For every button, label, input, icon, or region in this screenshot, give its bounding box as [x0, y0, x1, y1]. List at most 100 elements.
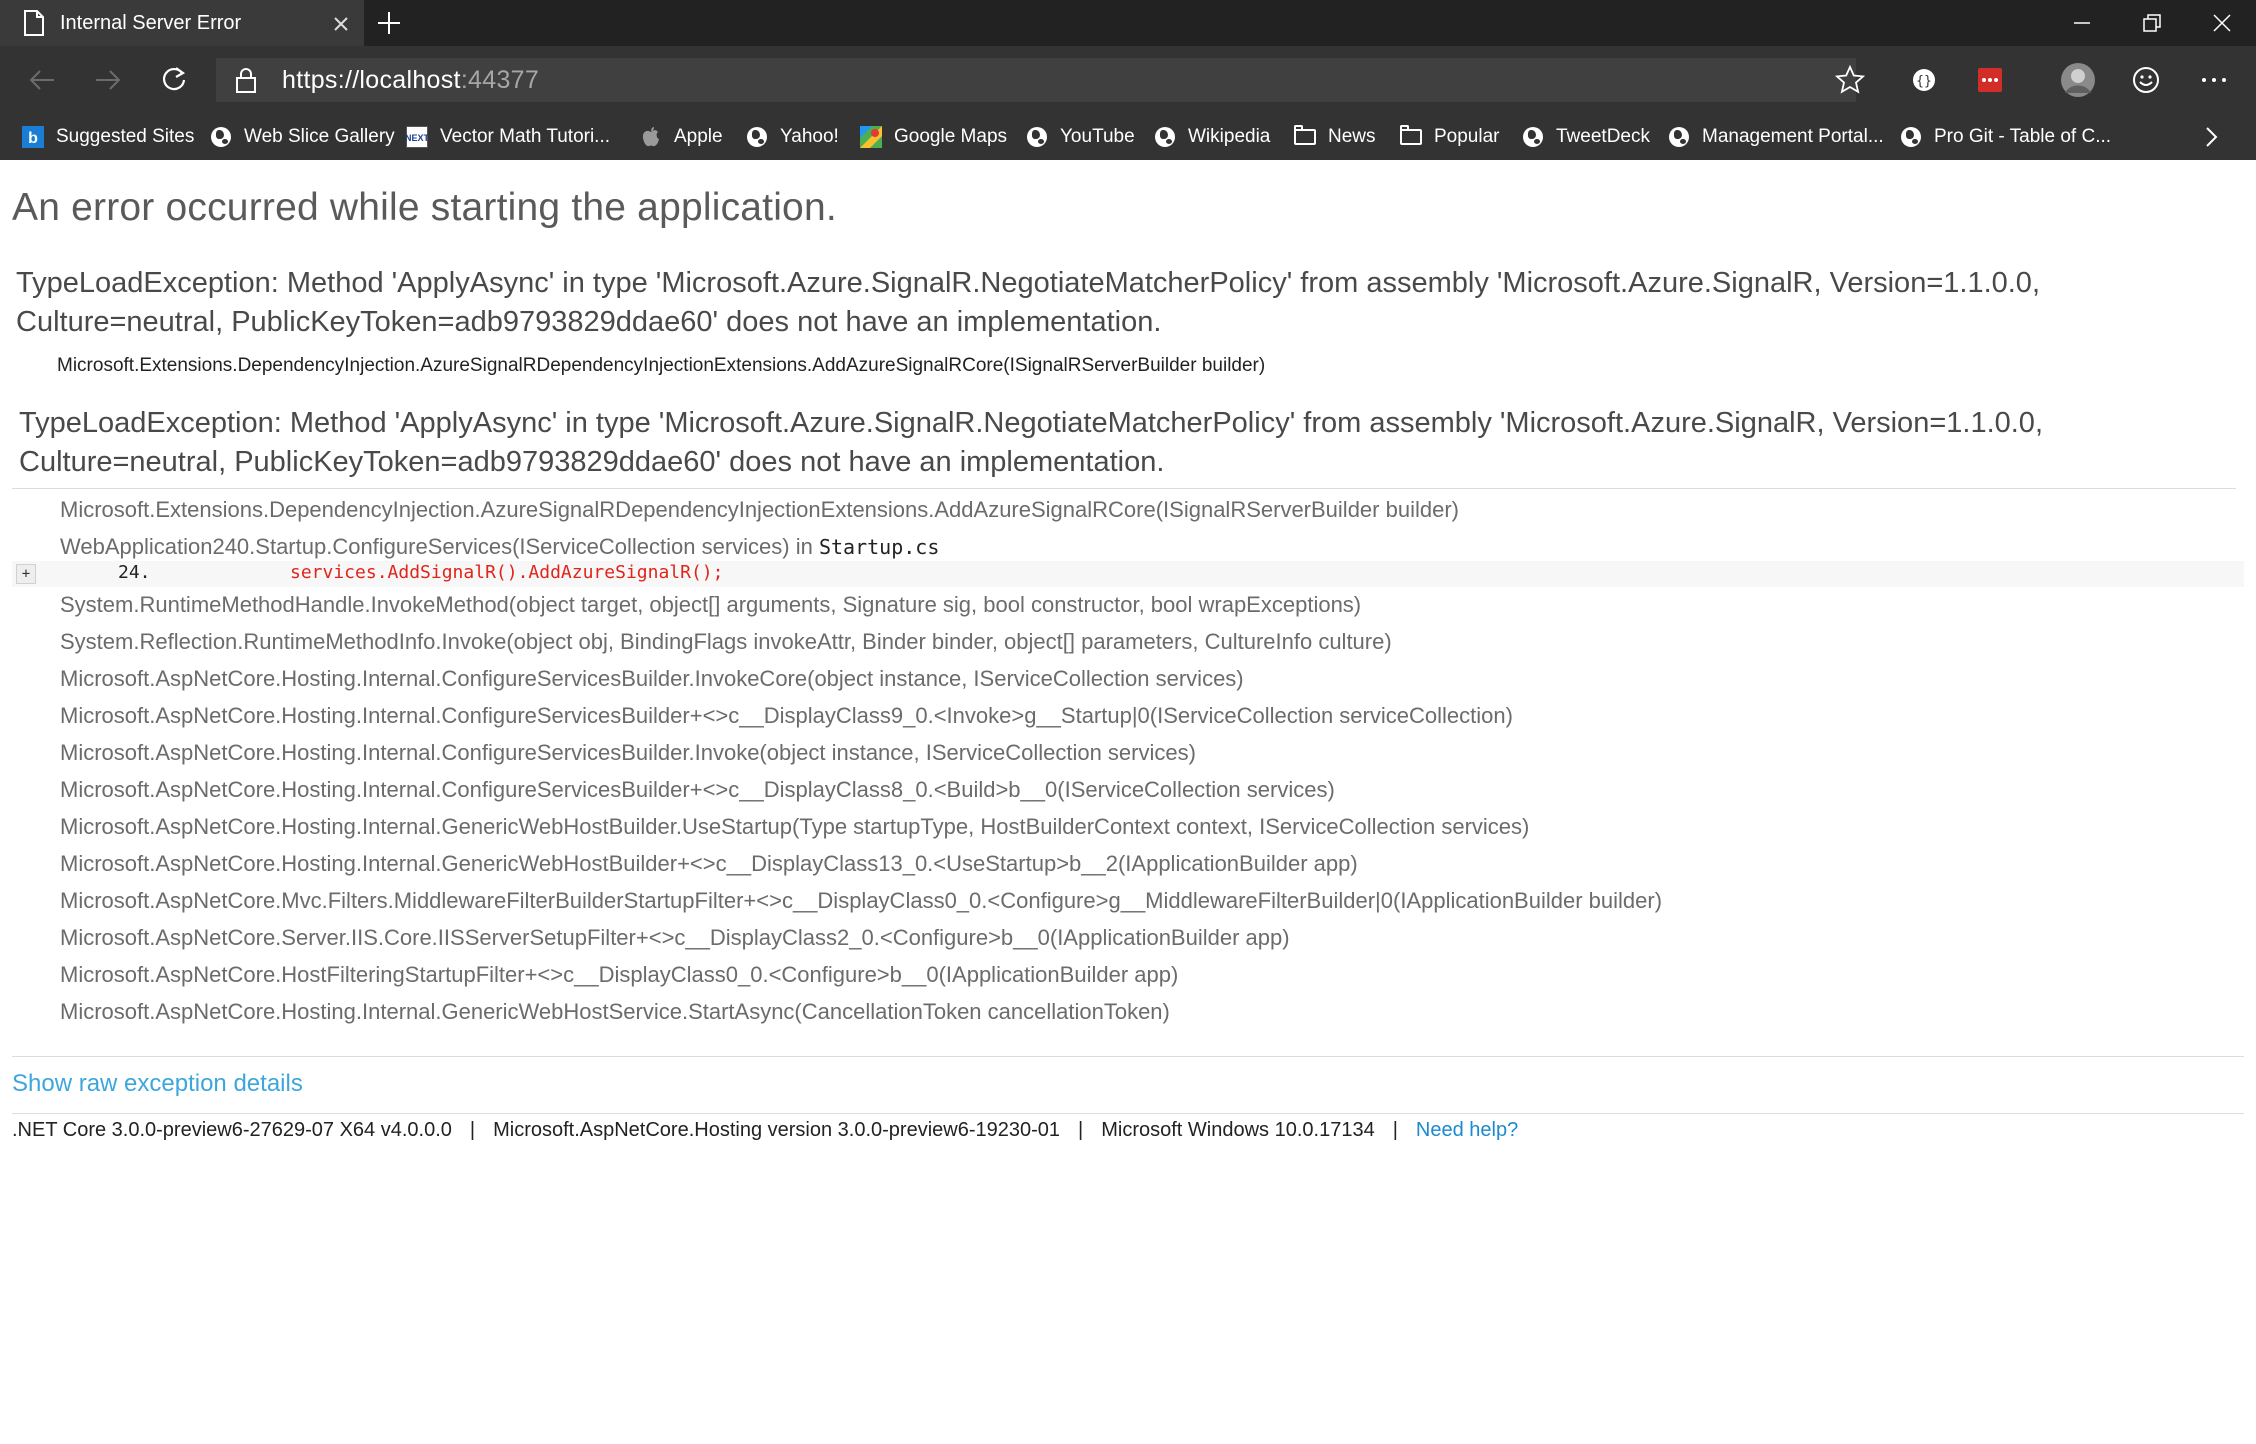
favorite-label: Yahoo! — [780, 126, 839, 147]
error-page: An error occurred while starting the app… — [0, 160, 2256, 1444]
tab-internal-server-error[interactable]: Internal Server Error — [0, 0, 364, 46]
new-tab-button[interactable] — [372, 6, 406, 40]
stack-frame-method: WebApplication240.Startup.ConfigureServi… — [60, 534, 819, 559]
globe-icon — [1026, 126, 1048, 148]
footer-separator: | — [1392, 1119, 1398, 1141]
stack-frame: Microsoft.AspNetCore.Hosting.Internal.Ge… — [60, 814, 1530, 839]
favorite-label: Web Slice Gallery — [244, 126, 395, 147]
code-text: services.AddSignalR().AddAzureSignalR(); — [290, 562, 724, 583]
stack-frame: WebApplication240.Startup.ConfigureServi… — [60, 534, 939, 560]
page-icon — [22, 10, 46, 36]
favorite-youtube[interactable]: YouTube — [1026, 114, 1135, 160]
favorite-apple[interactable]: Apple — [640, 114, 723, 160]
favorite-label: TweetDeck — [1556, 126, 1650, 147]
favorite-web-slice-gallery[interactable]: Web Slice Gallery — [210, 114, 395, 160]
globe-icon — [1668, 126, 1690, 148]
favorite-label: Apple — [674, 126, 723, 147]
favorite-suggested-sites[interactable]: b Suggested Sites — [22, 114, 194, 160]
minimize-icon[interactable] — [2048, 0, 2116, 46]
page-title: An error occurred while starting the app… — [12, 186, 837, 229]
favorite-tweetdeck[interactable]: TweetDeck — [1522, 114, 1650, 160]
favorites-bar: b Suggested Sites Web Slice Gallery NEXT… — [0, 114, 2256, 160]
stack-frame: Microsoft.AspNetCore.Hosting.Internal.Co… — [60, 740, 1196, 765]
lastpass-icon[interactable] — [1968, 58, 2012, 102]
next-icon: NEXT — [406, 126, 428, 148]
favorite-wikipedia[interactable]: Wikipedia — [1154, 114, 1270, 160]
exception-title: TypeLoadException: Method 'ApplyAsync' i… — [16, 267, 2040, 338]
svg-text:b: b — [28, 130, 38, 147]
os-version: Microsoft Windows 10.0.17134 — [1101, 1119, 1375, 1141]
url-host: https://localhost — [282, 66, 461, 94]
bing-icon: b — [22, 126, 44, 148]
favorite-management-portal[interactable]: Management Portal... — [1668, 114, 1884, 160]
refresh-icon[interactable] — [152, 58, 196, 102]
footer-separator: | — [469, 1119, 476, 1141]
favorite-label: Wikipedia — [1188, 126, 1271, 147]
globe-icon — [1154, 126, 1176, 148]
more-options-icon[interactable] — [2192, 58, 2236, 102]
footer-separator: | — [1078, 1119, 1084, 1141]
svg-text:{}: {} — [1916, 74, 1932, 89]
need-help-link[interactable]: Need help? — [1416, 1119, 1518, 1141]
folder-icon — [1294, 125, 1316, 148]
favorite-popular[interactable]: Popular — [1400, 114, 1500, 160]
favorites-more-chevron-icon[interactable] — [2204, 114, 2218, 160]
runtime-version: .NET Core 3.0.0-preview6-27629-07 X64 v4… — [12, 1119, 452, 1141]
stack-frame: System.RuntimeMethodHandle.InvokeMethod(… — [60, 592, 1362, 617]
stack-frame: Microsoft.Extensions.DependencyInjection… — [60, 497, 1459, 522]
maps-icon — [860, 126, 882, 148]
address-bar: https://localhost:44377 {} — [0, 46, 2256, 114]
stack-frame: Microsoft.AspNetCore.Hosting.Internal.Co… — [60, 666, 1244, 691]
feedback-smiley-icon[interactable] — [2124, 58, 2168, 102]
divider — [12, 488, 2236, 489]
show-raw-exception-link[interactable]: Show raw exception details — [12, 1070, 303, 1098]
stack-frame: Microsoft.AspNetCore.Hosting.Internal.Co… — [60, 703, 1513, 728]
extension-icon[interactable]: {} — [1902, 58, 1946, 102]
favorite-label: Management Portal... — [1702, 126, 1884, 147]
lock-icon — [234, 66, 258, 94]
stack-frame: Microsoft.AspNetCore.Server.IIS.Core.IIS… — [60, 925, 1290, 950]
tab-title: Internal Server Error — [60, 12, 242, 34]
favorite-pro-git[interactable]: Pro Git - Table of C... — [1900, 114, 2111, 160]
window-close-icon[interactable] — [2188, 0, 2256, 46]
favorite-vector-math[interactable]: NEXT Vector Math Tutori... — [406, 114, 610, 160]
stack-frame: Microsoft.AspNetCore.HostFilteringStartu… — [60, 962, 1179, 987]
favorite-label: Pro Git - Table of C... — [1934, 126, 2112, 147]
favorite-label: YouTube — [1060, 126, 1135, 147]
favorite-label: Vector Math Tutori... — [440, 126, 611, 147]
favorite-news[interactable]: News — [1294, 114, 1376, 160]
source-code-line: + 24. services.AddSignalR().AddAzureSign… — [12, 561, 2244, 587]
divider — [12, 1056, 2244, 1057]
hosting-version: Microsoft.AspNetCore.Hosting version 3.0… — [493, 1119, 1061, 1141]
avatar[interactable] — [2056, 58, 2100, 102]
back-arrow-icon[interactable] — [20, 58, 64, 102]
folder-icon — [1400, 125, 1422, 148]
favorite-label: Suggested Sites — [56, 126, 195, 147]
stack-frame: Microsoft.AspNetCore.Hosting.Internal.Ge… — [60, 851, 1358, 876]
globe-icon — [210, 126, 232, 148]
url-text: https://localhost:44377 — [282, 66, 539, 95]
url-field[interactable]: https://localhost:44377 — [216, 58, 1866, 102]
tab-bar: Internal Server Error — [0, 0, 2256, 46]
globe-icon — [1522, 126, 1544, 148]
close-tab-icon[interactable] — [328, 8, 354, 38]
restore-icon[interactable] — [2118, 0, 2186, 46]
stack-frame: Microsoft.AspNetCore.Hosting.Internal.Ge… — [60, 999, 1170, 1024]
expand-source-button[interactable]: + — [16, 564, 36, 584]
divider — [12, 1113, 2244, 1114]
forward-arrow-icon[interactable] — [86, 58, 130, 102]
stack-frame: Microsoft.AspNetCore.Hosting.Internal.Co… — [60, 777, 1335, 802]
favorite-google-maps[interactable]: Google Maps — [860, 114, 1007, 160]
svg-text:NEXT: NEXT — [406, 133, 428, 143]
favorite-label: Popular — [1434, 126, 1500, 147]
favorite-label: News — [1328, 126, 1376, 147]
runtime-footer: .NET Core 3.0.0-preview6-27629-07 X64 v4… — [12, 1119, 1518, 1142]
source-file-name: Startup.cs — [818, 535, 940, 559]
line-number: 24. — [118, 562, 151, 583]
globe-icon — [1900, 126, 1922, 148]
favorite-yahoo[interactable]: Yahoo! — [746, 114, 839, 160]
stack-frame: System.Reflection.RuntimeMethodInfo.Invo… — [60, 629, 1392, 654]
favorite-star-icon[interactable] — [1834, 64, 1866, 96]
exception-location: Microsoft.Extensions.DependencyInjection… — [57, 355, 1266, 376]
favorite-label: Google Maps — [894, 126, 1008, 147]
